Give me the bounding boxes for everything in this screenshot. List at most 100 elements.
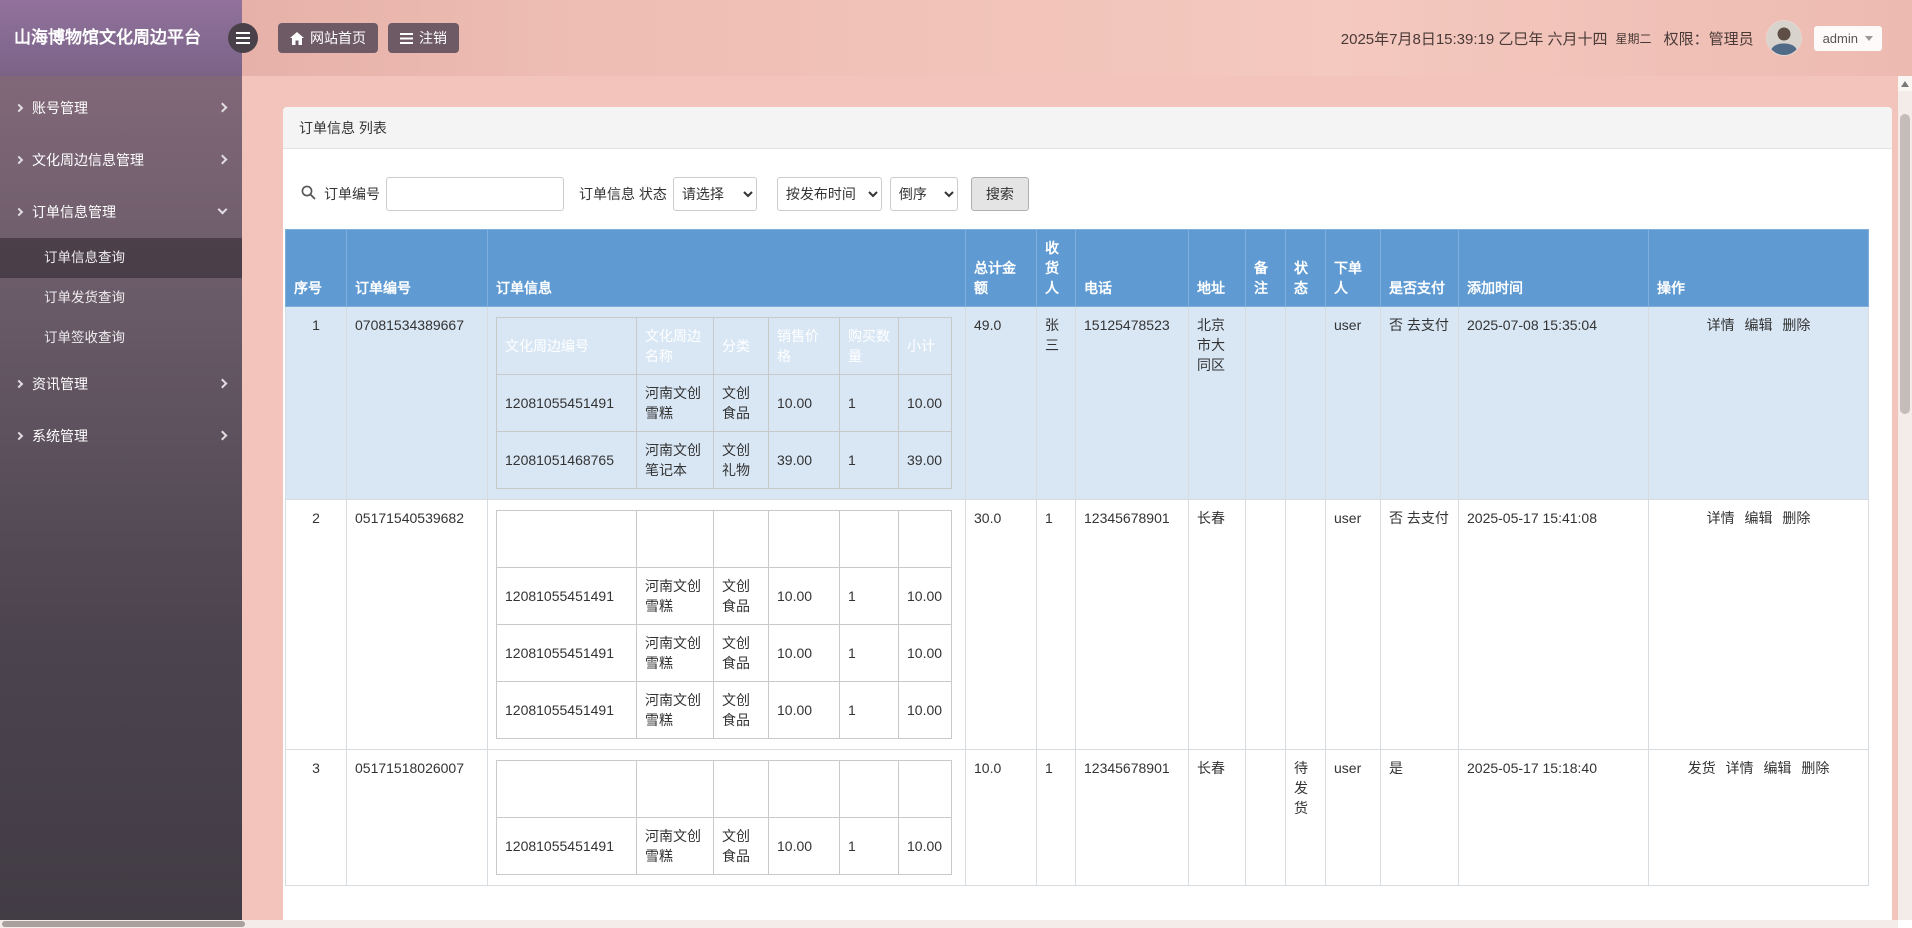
order-no-input[interactable] <box>386 177 564 211</box>
sidebar-item-order-receipt-query[interactable]: 订单签收查询 <box>0 318 242 358</box>
sort-order-select[interactable]: 倒序 <box>890 177 958 211</box>
cell-receiver: 1 <box>1037 500 1076 750</box>
home-button[interactable]: 网站首页 <box>278 23 378 53</box>
table-row: 2 05171540539682 文化周边编号 文化周边名称 分类 销售价格 购… <box>286 500 1869 750</box>
order-items-table: 文化周边编号 文化周边名称 分类 销售价格 购买数量 小计 1208105545… <box>496 510 952 739</box>
item-name: 河南文创笔记本 <box>637 432 714 489</box>
sidebar-item-news-management[interactable]: 资讯管理 <box>0 358 242 410</box>
item-category: 文创食品 <box>714 682 769 739</box>
item-header-row: 文化周边编号 文化周边名称 分类 销售价格 购买数量 小计 <box>497 318 952 375</box>
cell-total: 10.0 <box>966 750 1037 886</box>
order-item-row: 12081055451491 河南文创雪糕 文创食品 10.00 1 10.00 <box>497 568 952 625</box>
sidebar-item-order-management[interactable]: 订单信息管理 <box>0 186 242 238</box>
order-no-label: 订单编号 <box>324 184 380 204</box>
col-paid: 是否支付 <box>1381 230 1459 307</box>
action-delete[interactable]: 删除 <box>1801 760 1829 776</box>
item-col-category: 分类 <box>714 761 769 818</box>
item-price: 10.00 <box>769 568 840 625</box>
action-edit[interactable]: 编辑 <box>1745 510 1773 526</box>
order-item-row: 12081055451491 河南文创雪糕 文创食品 10.00 1 10.00 <box>497 818 952 875</box>
cell-time: 2025-07-08 15:35:04 <box>1459 307 1649 500</box>
item-category: 文创礼物 <box>714 432 769 489</box>
main-content: 订单信息 列表 订单编号 订单信息 状态 请选择 按发布时间 倒序 搜索 <box>242 76 1898 920</box>
cell-index: 2 <box>286 500 347 750</box>
cell-receiver: 张三 <box>1037 307 1076 500</box>
item-id: 12081055451491 <box>497 375 637 432</box>
action-ship[interactable]: 发货 <box>1688 760 1716 776</box>
logout-list-icon <box>400 33 413 44</box>
chevron-down-icon <box>218 205 228 215</box>
cell-paid: 否 去支付 <box>1381 500 1459 750</box>
item-header-row: 文化周边编号 文化周边名称 分类 销售价格 购买数量 小计 <box>497 511 952 568</box>
scroll-up-icon[interactable] <box>1898 76 1912 91</box>
avatar[interactable] <box>1766 20 1802 56</box>
sort-field-select[interactable]: 按发布时间 <box>777 177 882 211</box>
pay-link[interactable]: 去支付 <box>1407 510 1449 526</box>
sidebar-item-culture-info-management[interactable]: 文化周边信息管理 <box>0 134 242 186</box>
item-category: 文创食品 <box>714 625 769 682</box>
action-edit[interactable]: 编辑 <box>1745 317 1773 333</box>
table-row: 1 07081534389667 文化周边编号 文化周边名称 分类 销售价格 购… <box>286 307 1869 500</box>
cell-actions: 详情 编辑 删除 <box>1649 307 1869 500</box>
col-buyer: 下单人 <box>1326 230 1381 307</box>
cell-time: 2025-05-17 15:41:08 <box>1459 500 1649 750</box>
sidebar-subitem-label: 订单信息查询 <box>44 250 125 265</box>
action-detail[interactable]: 详情 <box>1726 760 1754 776</box>
cell-index: 3 <box>286 750 347 886</box>
chevron-right-icon <box>15 432 23 440</box>
col-order-info: 订单信息 <box>488 230 966 307</box>
col-index: 序号 <box>286 230 347 307</box>
col-receiver: 收货人 <box>1037 230 1076 307</box>
cell-address: 北京市大同区 <box>1189 307 1246 500</box>
horizontal-scrollbar-thumb[interactable] <box>2 921 245 927</box>
vertical-scrollbar[interactable] <box>1898 76 1912 920</box>
cell-order-info: 文化周边编号 文化周边名称 分类 销售价格 购买数量 小计 1208105545… <box>488 750 966 886</box>
user-menu[interactable]: admin <box>1814 26 1882 51</box>
action-delete[interactable]: 删除 <box>1782 510 1810 526</box>
col-time: 添加时间 <box>1459 230 1649 307</box>
vertical-scrollbar-thumb[interactable] <box>1900 114 1910 414</box>
search-button[interactable]: 搜索 <box>971 177 1029 211</box>
status-select[interactable]: 请选择 <box>673 177 757 211</box>
sidebar-item-system-management[interactable]: 系统管理 <box>0 410 242 462</box>
menu-toggle-icon[interactable] <box>228 23 258 53</box>
action-edit[interactable]: 编辑 <box>1763 760 1791 776</box>
cell-paid: 是 <box>1381 750 1459 886</box>
app-title: 山海博物馆文化周边平台 <box>0 0 242 76</box>
permission-text: 权限：管理员 <box>1664 28 1754 49</box>
item-qty: 1 <box>840 375 899 432</box>
item-name: 河南文创雪糕 <box>637 818 714 875</box>
pay-link[interactable]: 去支付 <box>1407 317 1449 333</box>
cell-buyer: user <box>1326 307 1381 500</box>
home-button-label: 网站首页 <box>310 28 366 48</box>
cell-status: 待发货 <box>1286 750 1326 886</box>
item-price: 10.00 <box>769 625 840 682</box>
chevron-right-icon <box>15 104 23 112</box>
topbar: 山海博物馆文化周边平台 网站首页 注销 2025年7月8日15:39:19 乙巳… <box>0 0 1912 76</box>
cell-phone: 12345678901 <box>1076 500 1189 750</box>
sidebar-item-account-management[interactable]: 账号管理 <box>0 82 242 134</box>
action-detail[interactable]: 详情 <box>1707 510 1735 526</box>
action-delete[interactable]: 删除 <box>1782 317 1810 333</box>
datetime-text: 2025年7月8日15:39:19 乙巳年 六月十四 <box>1341 28 1608 49</box>
horizontal-scrollbar[interactable] <box>0 920 1898 928</box>
logout-button[interactable]: 注销 <box>388 23 459 53</box>
cell-buyer: user <box>1326 750 1381 886</box>
cell-total: 30.0 <box>966 500 1037 750</box>
sidebar-subitem-label: 订单签收查询 <box>44 330 125 345</box>
item-col-price: 销售价格 <box>769 318 840 375</box>
order-item-row: 12081055451491 河南文创雪糕 文创食品 10.00 1 10.00 <box>497 625 952 682</box>
sidebar-item-order-info-query[interactable]: 订单信息查询 <box>0 238 242 278</box>
order-items-table: 文化周边编号 文化周边名称 分类 销售价格 购买数量 小计 1208105545… <box>496 317 952 489</box>
cell-address: 长春 <box>1189 750 1246 886</box>
action-detail[interactable]: 详情 <box>1707 317 1735 333</box>
sidebar: 账号管理 文化周边信息管理 订单信息管理 订单信息查询 订单发货查询 订单签收查… <box>0 76 242 920</box>
item-col-subtotal: 小计 <box>899 511 952 568</box>
chevron-down-icon <box>1865 36 1873 41</box>
item-qty: 1 <box>840 682 899 739</box>
sidebar-item-order-shipping-query[interactable]: 订单发货查询 <box>0 278 242 318</box>
sidebar-item-label: 系统管理 <box>32 426 88 446</box>
item-price: 10.00 <box>769 375 840 432</box>
cell-address: 长春 <box>1189 500 1246 750</box>
item-subtotal: 39.00 <box>899 432 952 489</box>
